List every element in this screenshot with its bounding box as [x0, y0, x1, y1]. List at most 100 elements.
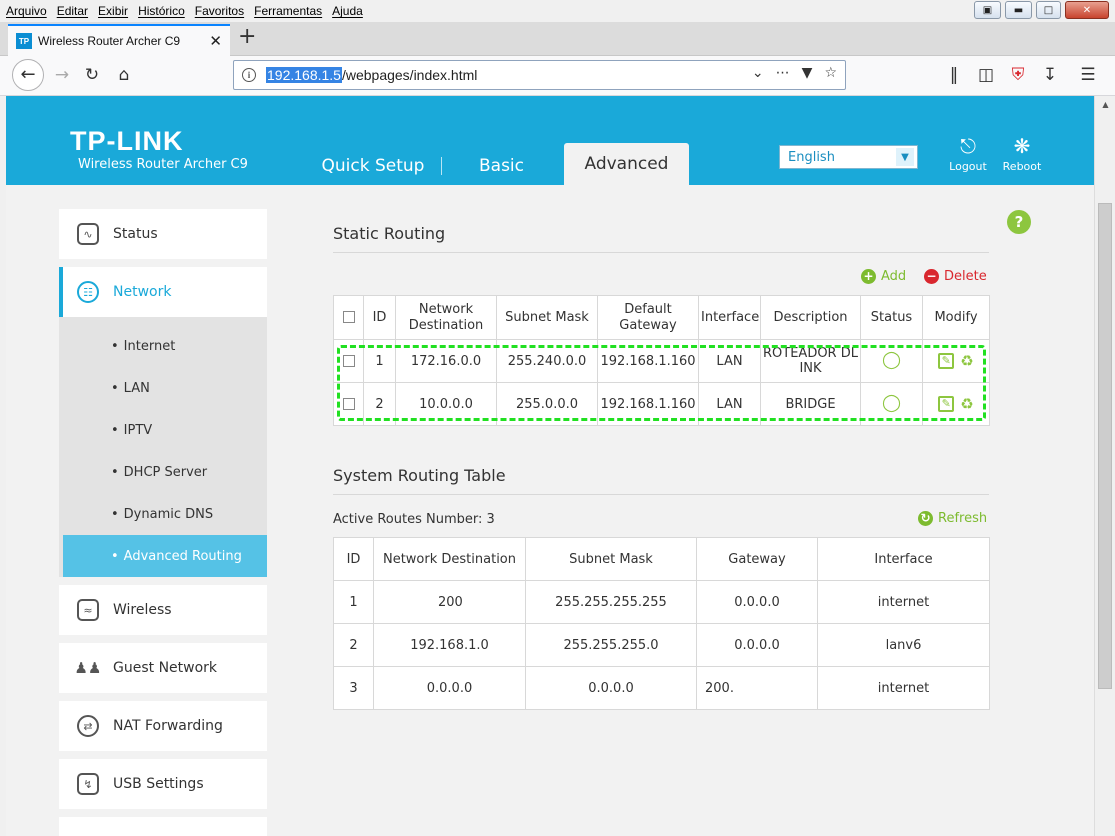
language-select[interactable]: English ▼ — [779, 145, 918, 169]
reboot-button[interactable]: ❋ Reboot — [1000, 134, 1044, 173]
refresh-label: Refresh — [938, 511, 988, 526]
trash-icon[interactable]: ♻ — [960, 396, 973, 412]
tab-advanced[interactable]: Advanced — [564, 143, 689, 185]
sub-item-advanced-routing[interactable]: Advanced Routing — [63, 535, 267, 577]
cell-gateway: 0.0.0.0 — [696, 623, 818, 667]
cell-destination: 0.0.0.0 — [373, 666, 526, 710]
sub-item-dynamic-dns[interactable]: Dynamic DNS — [63, 493, 267, 535]
active-routes-count: 3 — [486, 512, 495, 527]
pocket-icon[interactable]: ▼ — [802, 65, 813, 81]
row-select-cell — [333, 382, 364, 426]
column-header: ID — [333, 537, 374, 581]
select-all-checkbox[interactable] — [342, 311, 355, 323]
menu-bar: Arquivo Editar Exibir Histórico Favorito… — [0, 0, 1115, 22]
sidebar-item-label: Wireless — [113, 602, 172, 618]
sidebar-item-usb-settings[interactable]: ↯ USB Settings — [59, 759, 267, 809]
menu-ajuda[interactable]: Ajuda — [332, 4, 363, 18]
new-tab-icon[interactable]: + — [238, 26, 256, 48]
window-controls: ▣ ▬ □ ✕ — [974, 1, 1109, 19]
wireless-icon: ≈ — [77, 599, 99, 621]
edit-icon[interactable]: ✎ — [938, 353, 955, 369]
close-window-button[interactable]: ✕ — [1065, 1, 1109, 19]
site-info-icon[interactable]: i — [242, 68, 256, 82]
reload-icon[interactable]: ↻ — [80, 63, 104, 87]
sub-item-lan[interactable]: LAN — [63, 367, 267, 409]
menu-ferramentas[interactable]: Ferramentas — [254, 4, 322, 18]
tab-quick-setup[interactable]: Quick Setup — [306, 147, 440, 185]
shield-icon[interactable]: ⛨ — [1006, 63, 1030, 87]
browser-tab[interactable]: TP Wireless Router Archer C9 ✕ — [8, 24, 230, 56]
tab-title: Wireless Router Archer C9 — [38, 34, 181, 48]
cell-interface: internet — [817, 580, 990, 624]
sub-item-internet[interactable]: Internet — [63, 325, 267, 367]
hamburger-menu-icon[interactable]: ☰ — [1076, 63, 1100, 87]
sidebar-item-guest-network[interactable]: ♟♟ Guest Network — [59, 643, 267, 693]
sidebar-toggle-icon[interactable]: ◫ — [974, 63, 998, 87]
column-header: Gateway — [696, 537, 818, 581]
cell-subnet-mask: 255.240.0.0 — [496, 339, 598, 383]
minus-icon: − — [924, 269, 939, 284]
help-icon[interactable]: ? — [1007, 210, 1031, 234]
sidebar-item-status[interactable]: ∿ Status — [59, 209, 267, 259]
logout-button[interactable]: ⎋ Logout — [946, 134, 990, 173]
scroll-up-icon[interactable]: ▲ — [1097, 96, 1114, 113]
column-header: Interface — [698, 295, 761, 340]
menu-exibir[interactable]: Exibir — [98, 4, 128, 18]
cell-interface: LAN — [698, 339, 761, 383]
sidebar-item-label: Network — [113, 284, 172, 300]
cell-id: 1 — [363, 339, 396, 383]
home-icon[interactable]: ⌂ — [112, 63, 136, 87]
reboot-label: Reboot — [1002, 160, 1042, 173]
column-header: Subnet Mask — [496, 295, 598, 340]
cell-destination: 10.0.0.0 — [395, 382, 497, 426]
sidebar-item-wireless[interactable]: ≈ Wireless — [59, 585, 267, 635]
cell-status: ◯ — [860, 382, 923, 426]
sidebar-item-nat-forwarding[interactable]: ⇄ NAT Forwarding — [59, 701, 267, 751]
menu-editar[interactable]: Editar — [57, 4, 88, 18]
row-checkbox[interactable] — [342, 355, 355, 367]
column-header: Network Destination — [373, 537, 526, 581]
download-icon[interactable]: ↧ — [1038, 63, 1062, 87]
menu-favoritos[interactable]: Favoritos — [195, 4, 244, 18]
url-bar[interactable]: i 192.168.1.5/webpages/index.html ⌄ ⋯ ▼ … — [233, 60, 846, 90]
sub-item-iptv[interactable]: IPTV — [63, 409, 267, 451]
url-path: /webpages/index.html — [341, 67, 478, 83]
table-row: 2 10.0.0.0 255.0.0.0 192.168.1.160 LAN B… — [333, 382, 990, 426]
refresh-button[interactable]: ↻ Refresh — [918, 511, 987, 526]
sub-item-dhcp-server[interactable]: DHCP Server — [63, 451, 267, 493]
edit-icon[interactable]: ✎ — [938, 396, 955, 412]
sidebar-item-network[interactable]: ☷ Network — [59, 267, 267, 317]
bookmark-star-icon[interactable]: ☆ — [824, 65, 837, 81]
delete-button[interactable]: − Delete — [924, 269, 987, 284]
forward-arrow-icon[interactable]: → — [50, 63, 74, 87]
row-checkbox[interactable] — [342, 398, 355, 410]
trash-icon[interactable]: ♻ — [960, 353, 973, 369]
chevron-down-icon[interactable]: ⌄ — [752, 65, 764, 81]
sidebar-item-label: Guest Network — [113, 660, 218, 676]
status-bulb-icon[interactable]: ◯ — [882, 352, 901, 369]
table-row: 2 192.168.1.0 255.255.255.0 0.0.0.0 lanv… — [333, 623, 990, 667]
menu-historico[interactable]: Histórico — [138, 4, 185, 18]
navigation-bar: ← → ↻ ⌂ i 192.168.1.5/webpages/index.htm… — [0, 56, 1115, 96]
maximize-button[interactable]: □ — [1036, 1, 1061, 19]
library-icon[interactable]: ‖ — [942, 63, 966, 87]
tab-basic[interactable]: Basic — [441, 156, 561, 176]
column-header: Modify — [922, 295, 990, 340]
sidebar-item-label: USB Settings — [113, 776, 204, 792]
menu-arquivo[interactable]: Arquivo — [6, 4, 47, 18]
minimize-button[interactable]: ▬ — [1005, 1, 1032, 19]
back-arrow-icon[interactable]: ← — [12, 59, 44, 91]
cell-subnet-mask: 255.255.255.0 — [525, 623, 697, 667]
status-bulb-icon[interactable]: ◯ — [882, 395, 901, 412]
cell-destination: 172.16.0.0 — [395, 339, 497, 383]
restore-window-icon[interactable]: ▣ — [974, 1, 1001, 19]
column-header: Network Destination — [395, 295, 497, 340]
column-header: Status — [860, 295, 923, 340]
scrollbar-thumb[interactable] — [1098, 203, 1112, 689]
page-actions-icon[interactable]: ⋯ — [776, 65, 790, 81]
page-scrollbar[interactable]: ▲ — [1094, 96, 1115, 836]
add-button[interactable]: + Add — [861, 269, 906, 284]
cell-subnet-mask: 0.0.0.0 — [525, 666, 697, 710]
close-tab-icon[interactable]: ✕ — [209, 32, 222, 50]
chevron-down-icon: ▼ — [896, 148, 914, 166]
